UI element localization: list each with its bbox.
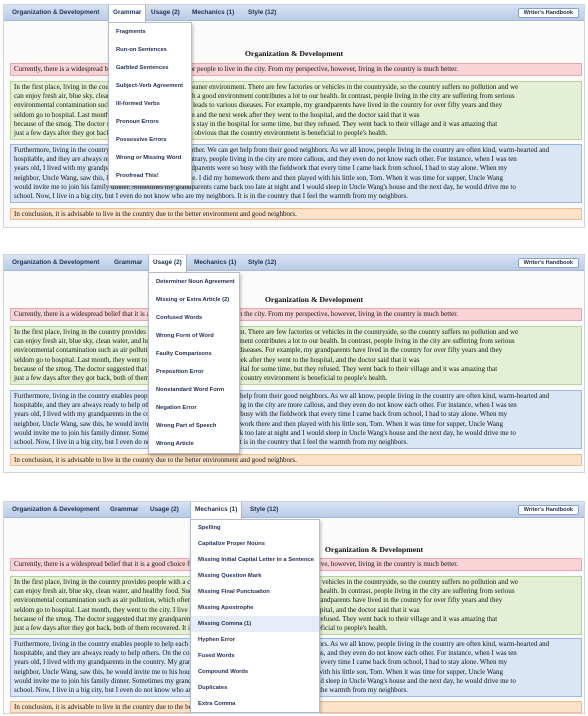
essay-panel-mechanics: Organization & Development Grammar Usage… (3, 501, 585, 714)
tab-mechanics[interactable]: Mechanics (1) (190, 255, 240, 271)
intro-paragraph: Currently, there is a widespread belief … (10, 63, 582, 76)
usage-dropdown-menu: Determiner Noun Agreement Missing or Ext… (148, 272, 240, 454)
menu-item-proofread-this[interactable]: Proofread This! (109, 167, 191, 185)
conclusion-paragraph: In conclusion, it is advisable to live i… (10, 208, 582, 220)
menu-item-capitalize-proper-nouns[interactable]: Capitalize Proper Nouns (191, 536, 319, 552)
body-paragraph-1: In the first place, living in the countr… (10, 326, 582, 385)
tab-organization-development[interactable]: Organization & Development (8, 255, 103, 271)
menu-item-pronoun-errors[interactable]: Pronoun Errors (109, 113, 191, 131)
menu-item-confused-words[interactable]: Confused Words (149, 309, 239, 327)
tab-organization-development[interactable]: Organization & Development (8, 502, 103, 518)
menu-item-missing-question-mark[interactable]: Missing Question Mark (191, 568, 319, 584)
menu-item-fragments[interactable]: Fragments (109, 23, 191, 41)
feedback-navbar: Organization & Development Grammar Usage… (4, 502, 584, 519)
menu-item-negation-error[interactable]: Negation Error (149, 399, 239, 417)
menu-item-determiner-noun-agreement[interactable]: Determiner Noun Agreement (149, 273, 239, 291)
menu-item-wrong-or-missing-word[interactable]: Wrong or Missing Word (109, 149, 191, 167)
writers-handbook-button[interactable]: Writer's Handbook (517, 8, 579, 18)
tab-style[interactable]: Style (12) (244, 5, 280, 21)
menu-item-spelling[interactable]: Spelling (191, 520, 319, 536)
menu-item-missing-initial-capital-letter[interactable]: Missing Initial Capital Letter in a Sent… (191, 552, 319, 568)
tab-organization-development[interactable]: Organization & Development (8, 5, 103, 21)
thesis-highlight: From my perspective, however, living in … (267, 310, 458, 318)
menu-item-extra-comma[interactable]: Extra Comma (191, 696, 319, 712)
essay-panel-grammar: Organization & Development Grammar Usage… (3, 4, 585, 228)
menu-item-compound-words[interactable]: Compound Words (191, 664, 319, 680)
tab-style[interactable]: Style (12) (244, 255, 280, 271)
menu-item-wrong-part-of-speech[interactable]: Wrong Part of Speech (149, 417, 239, 435)
tab-usage[interactable]: Usage (2) (147, 5, 184, 21)
menu-item-faulty-comparisons[interactable]: Faulty Comparisons (149, 345, 239, 363)
tab-grammar[interactable]: Grammar (110, 255, 146, 271)
conclusion-paragraph: In conclusion, it is advisable to live i… (10, 454, 582, 466)
menu-item-ill-formed-verbs[interactable]: Ill-formed Verbs (109, 95, 191, 113)
intro-paragraph: Currently, there is a widespread belief … (10, 308, 582, 321)
tab-grammar[interactable]: Grammar (106, 502, 142, 518)
writers-handbook-button[interactable]: Writer's Handbook (517, 505, 579, 515)
tab-style[interactable]: Style (12) (246, 502, 282, 518)
feedback-navbar: Organization & Development Grammar Usage… (4, 255, 584, 272)
thesis-highlight: From my perspective, however, living in … (267, 65, 458, 73)
tab-mechanics[interactable]: Mechanics (1) (190, 502, 243, 519)
tab-mechanics[interactable]: Mechanics (1) (188, 5, 238, 21)
menu-item-wrong-form-of-word[interactable]: Wrong Form of Word (149, 327, 239, 345)
menu-item-duplicates[interactable]: Duplicates (191, 680, 319, 696)
writers-handbook-button[interactable]: Writer's Handbook (517, 258, 579, 268)
menu-item-missing-final-punctuation[interactable]: Missing Final Punctuation (191, 584, 319, 600)
grammar-dropdown-menu: Fragments Run-on Sentences Garbled Sente… (108, 22, 192, 186)
essay-title: Organization & Development (244, 49, 344, 58)
menu-item-preposition-error[interactable]: Preposition Error (149, 363, 239, 381)
tab-grammar[interactable]: Grammar (108, 5, 147, 22)
essay-panel-usage: Organization & Development Grammar Usage… (3, 254, 585, 473)
body-paragraph-2: Furthermore, living in the country enabl… (10, 144, 582, 203)
menu-item-missing-or-extra-article[interactable]: Missing or Extra Article (2) (149, 291, 239, 309)
menu-item-run-on-sentences[interactable]: Run-on Sentences (109, 41, 191, 59)
tab-usage[interactable]: Usage (2) (148, 255, 187, 272)
body-paragraph-1: In the first place, living in the countr… (10, 81, 582, 140)
essay-title: Organization & Development (264, 295, 364, 304)
menu-item-garbled-sentences[interactable]: Garbled Sentences (109, 59, 191, 77)
menu-item-fused-words[interactable]: Fused Words (191, 648, 319, 664)
menu-item-nonstandard-word-form[interactable]: Nonstandard Word Form (149, 381, 239, 399)
mechanics-dropdown-menu: Spelling Capitalize Proper Nouns Missing… (190, 519, 320, 713)
menu-item-missing-apostrophe[interactable]: Missing Apostrophe (191, 600, 319, 616)
menu-item-wrong-article[interactable]: Wrong Article (149, 435, 239, 453)
menu-item-subject-verb-agreement[interactable]: Subject-Verb Agreement (109, 77, 191, 95)
menu-item-possessive-errors[interactable]: Possessive Errors (109, 131, 191, 149)
body-paragraph-2: Furthermore, living in the country enabl… (10, 390, 582, 449)
menu-item-missing-comma[interactable]: Missing Comma (1) (191, 616, 319, 632)
tab-usage[interactable]: Usage (2) (146, 502, 183, 518)
feedback-navbar: Organization & Development Grammar Usage… (4, 5, 584, 22)
menu-item-hyphen-error[interactable]: Hyphen Error (191, 632, 319, 648)
